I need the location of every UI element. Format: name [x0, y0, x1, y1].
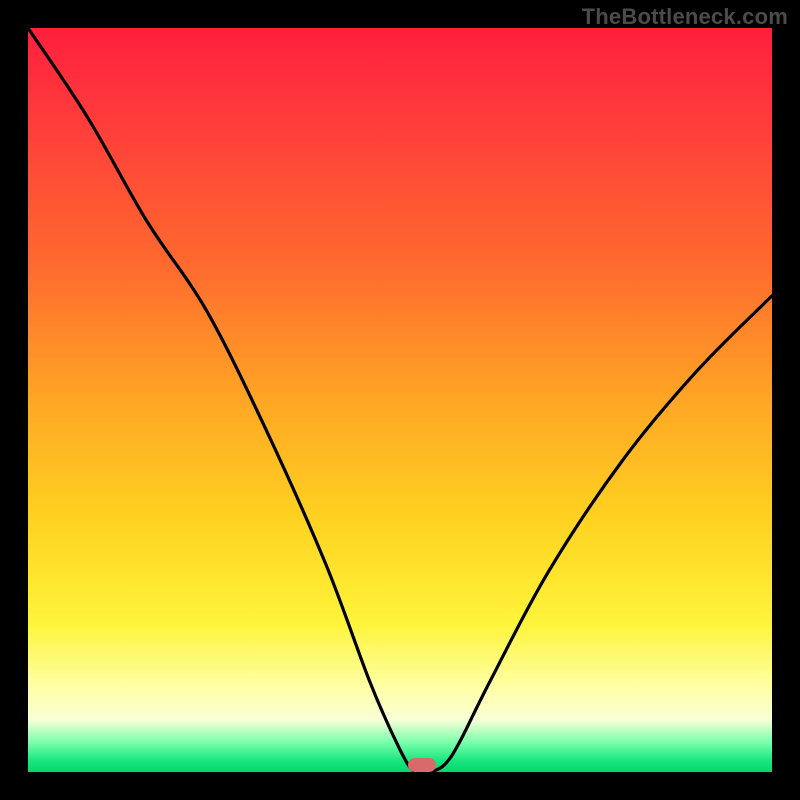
optimum-marker [408, 758, 436, 772]
chart-frame: TheBottleneck.com [0, 0, 800, 800]
watermark-text: TheBottleneck.com [582, 4, 788, 30]
bottleneck-curve [28, 28, 772, 772]
plot-area [28, 28, 772, 772]
curve-path [28, 28, 772, 774]
